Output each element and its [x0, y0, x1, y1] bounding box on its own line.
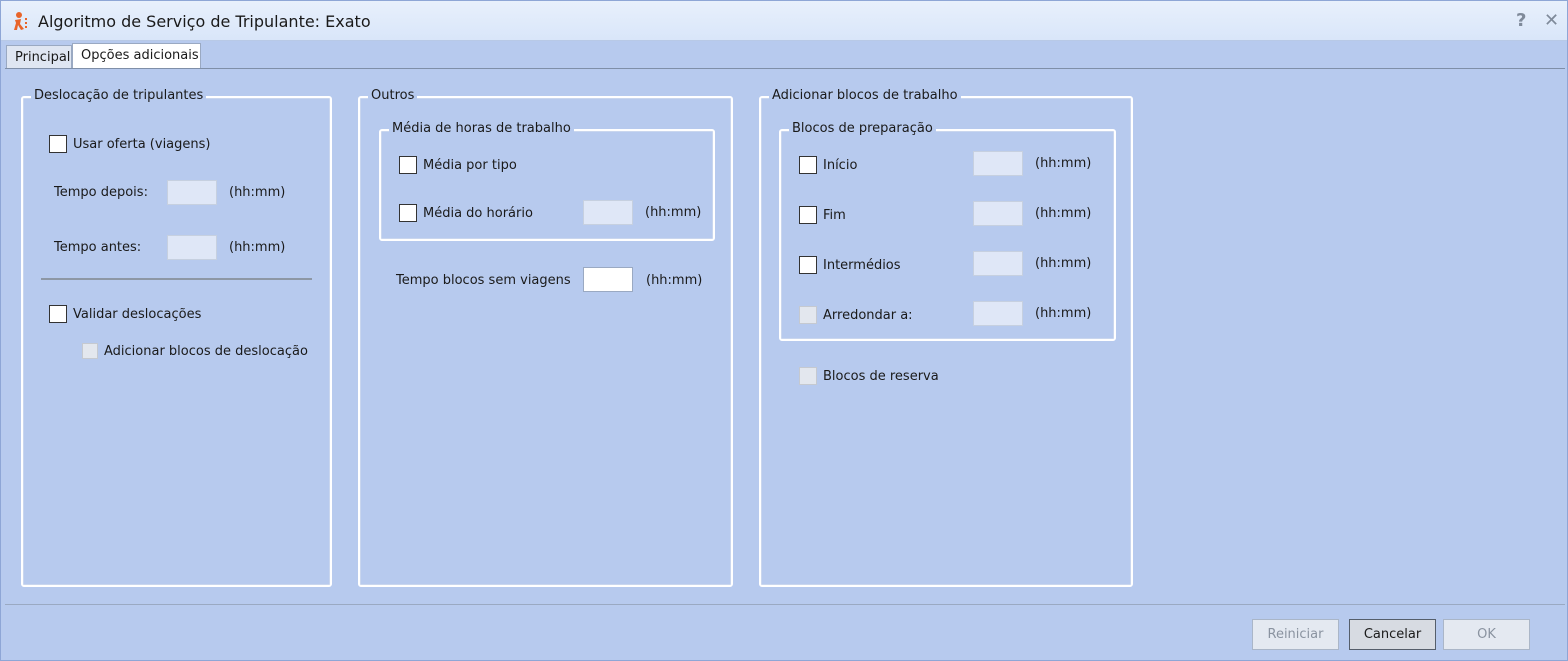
prep-start-option[interactable]: Início: [799, 153, 857, 177]
avg-hours-title: Média de horas de trabalho: [389, 121, 574, 136]
prep-round-label: Arredondar a:: [823, 307, 913, 323]
divider: [41, 278, 312, 280]
add-displacement-blocks-label: Adicionar blocos de deslocação: [104, 343, 308, 359]
tab-additional-options[interactable]: Opções adicionais: [72, 43, 201, 70]
validate-option[interactable]: Validar deslocações: [49, 302, 201, 326]
prep-start-input[interactable]: [973, 151, 1023, 176]
prep-end-input[interactable]: [973, 201, 1023, 226]
prep-blocks-title: Blocos de preparação: [789, 121, 936, 136]
reserve-blocks-option[interactable]: Blocos de reserva: [799, 364, 939, 388]
prep-round-unit: (hh:mm): [1035, 306, 1092, 321]
cancel-button[interactable]: Cancelar: [1349, 619, 1436, 650]
crew-displacement-title: Deslocação de tripulantes: [31, 88, 207, 103]
time-before-label: Tempo antes:: [54, 240, 142, 255]
prep-middle-option[interactable]: Intermédios: [799, 253, 901, 277]
crew-person-icon: [14, 12, 27, 30]
time-after-unit: (hh:mm): [229, 185, 286, 200]
prep-middle-input[interactable]: [973, 251, 1023, 276]
prep-round-input[interactable]: [973, 301, 1023, 326]
validate-label: Validar deslocações: [73, 306, 202, 322]
tab-content: Deslocação de tripulantes Usar oferta (v…: [5, 68, 1565, 605]
tab-principal[interactable]: Principal: [6, 45, 72, 69]
prep-start-unit: (hh:mm): [1035, 156, 1092, 171]
others-title: Outros: [368, 88, 418, 103]
prep-middle-checkbox[interactable]: [799, 256, 817, 274]
time-before-unit: (hh:mm): [229, 240, 286, 255]
others-group: Outros Média de horas de trabalho Média …: [358, 88, 733, 587]
prep-end-option[interactable]: Fim: [799, 203, 846, 227]
avg-hours-group: Média de horas de trabalho Média por tip…: [379, 121, 715, 241]
add-displacement-blocks-checkbox[interactable]: [82, 343, 98, 359]
use-offer-option[interactable]: Usar oferta (viagens): [49, 132, 210, 156]
prep-end-unit: (hh:mm): [1035, 206, 1092, 221]
window-title: Algoritmo de Serviço de Tripulante: Exat…: [38, 12, 371, 31]
avg-schedule-label: Média do horário: [423, 205, 533, 221]
work-blocks-title: Adicionar blocos de trabalho: [769, 88, 961, 103]
blocks-no-trips-label: Tempo blocos sem viagens: [396, 273, 571, 288]
time-before-input[interactable]: [167, 235, 217, 260]
add-displacement-blocks-option[interactable]: Adicionar blocos de deslocação: [82, 339, 308, 363]
ok-button[interactable]: OK: [1443, 619, 1530, 650]
time-after-label: Tempo depois:: [54, 185, 148, 200]
prep-end-checkbox[interactable]: [799, 206, 817, 224]
blocks-no-trips-unit: (hh:mm): [646, 273, 703, 288]
prep-end-label: Fim: [823, 207, 846, 223]
reserve-blocks-label: Blocos de reserva: [823, 368, 939, 384]
avg-schedule-input[interactable]: [583, 200, 633, 225]
avg-schedule-checkbox[interactable]: [399, 204, 417, 222]
crew-displacement-group: Deslocação de tripulantes Usar oferta (v…: [21, 88, 332, 587]
use-offer-label: Usar oferta (viagens): [73, 136, 211, 152]
avg-schedule-unit: (hh:mm): [645, 205, 702, 220]
validate-checkbox[interactable]: [49, 305, 67, 323]
avg-per-type-label: Média por tipo: [423, 157, 517, 173]
avg-schedule-option[interactable]: Média do horário: [399, 201, 533, 225]
help-icon[interactable]: ?: [1516, 11, 1526, 31]
prep-start-label: Início: [823, 157, 858, 173]
reset-button[interactable]: Reiniciar: [1252, 619, 1339, 650]
title-bar: Algoritmo de Serviço de Tripulante: Exat…: [1, 1, 1567, 41]
time-after-input[interactable]: [167, 180, 217, 205]
use-offer-checkbox[interactable]: [49, 135, 67, 153]
prep-start-checkbox[interactable]: [799, 156, 817, 174]
prep-round-option[interactable]: Arredondar a:: [799, 303, 913, 327]
prep-middle-unit: (hh:mm): [1035, 256, 1092, 271]
blocks-no-trips-input[interactable]: [583, 267, 633, 292]
prep-round-checkbox[interactable]: [799, 306, 817, 324]
close-icon[interactable]: ✕: [1544, 11, 1559, 31]
prep-blocks-group: Blocos de preparação Início (hh:mm) Fim …: [779, 121, 1116, 341]
work-blocks-group: Adicionar blocos de trabalho Blocos de p…: [759, 88, 1133, 587]
dialog-window: Algoritmo de Serviço de Tripulante: Exat…: [0, 0, 1568, 661]
avg-per-type-option[interactable]: Média por tipo: [399, 153, 517, 177]
prep-middle-label: Intermédios: [823, 257, 901, 273]
reserve-blocks-checkbox[interactable]: [799, 367, 817, 385]
avg-per-type-checkbox[interactable]: [399, 156, 417, 174]
